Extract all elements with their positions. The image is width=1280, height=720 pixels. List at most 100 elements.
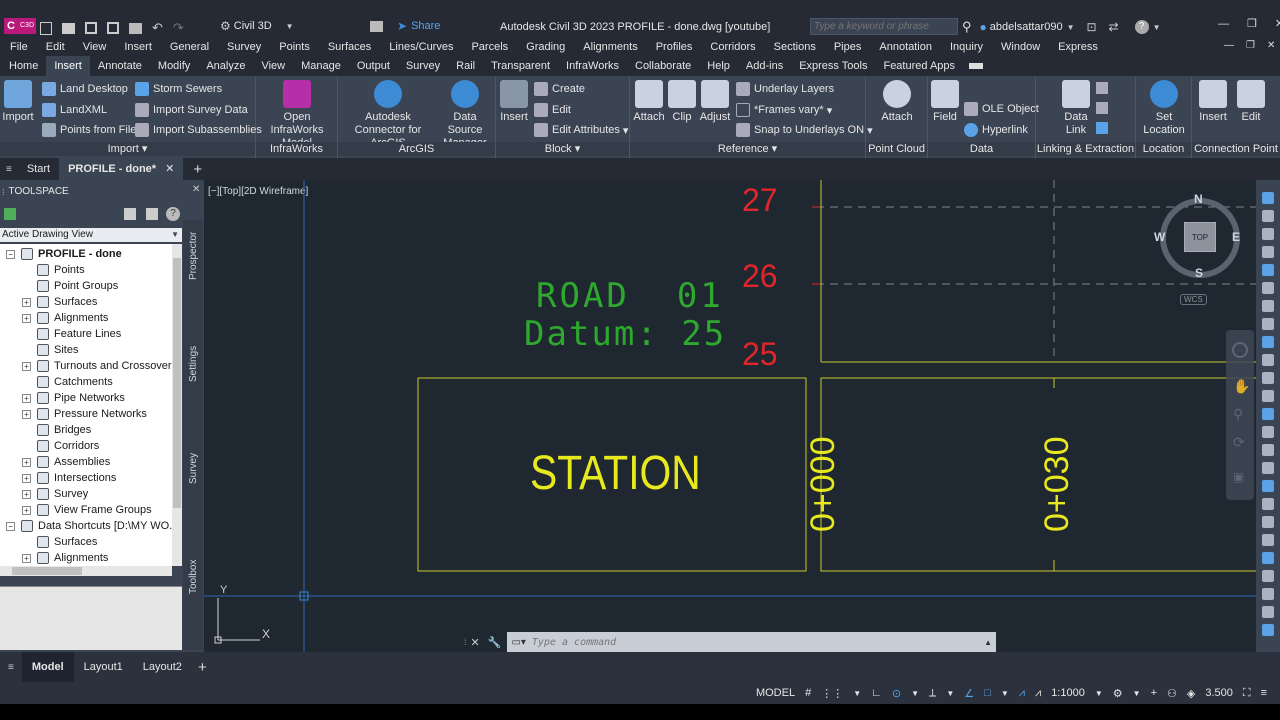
tree-item[interactable]: + View Frame Groups [22, 502, 152, 518]
command-input[interactable] [531, 636, 985, 648]
expand-toggle-icon[interactable]: + [22, 489, 31, 499]
menu-item[interactable]: Sections [765, 41, 825, 53]
close-icon[interactable]: ✕ [471, 636, 480, 649]
menu-icon[interactable]: ≡ [6, 164, 12, 175]
menu-item[interactable]: File [1, 41, 37, 53]
save-as-icon[interactable] [107, 22, 119, 34]
menu-item[interactable]: Window [992, 41, 1049, 53]
expand-toggle-icon[interactable]: + [22, 473, 31, 483]
tool-icon[interactable] [1262, 444, 1274, 456]
insert-block-button[interactable]: Insert [498, 80, 530, 124]
doc-restore-icon[interactable]: ❐ [1246, 40, 1255, 51]
tab-profile-done[interactable]: PROFILE - done* ✕ [59, 158, 184, 180]
plot-icon[interactable] [370, 20, 383, 32]
doc-close-icon[interactable]: ✕ [1267, 40, 1275, 51]
adjust-button[interactable]: Adjust [698, 80, 732, 124]
menu-icon[interactable]: ≡ [8, 662, 14, 673]
auto-scale-icon[interactable]: ⩘ [1035, 687, 1041, 700]
chevron-up-icon[interactable]: ▲ [984, 638, 992, 647]
expand-toggle-icon[interactable]: + [22, 297, 31, 307]
tool-icon[interactable] [1262, 570, 1274, 582]
tool-icon[interactable] [1262, 624, 1274, 636]
workspace-select[interactable]: Civil 3D [234, 20, 272, 32]
tab-toolbox[interactable]: Toolbox [188, 560, 199, 594]
tool-icon[interactable] [1262, 498, 1274, 510]
tree-item[interactable]: + Intersections [22, 470, 116, 486]
expand-toggle-icon[interactable]: + [22, 361, 31, 371]
tool-icon[interactable] [1262, 390, 1274, 402]
edit-block-button[interactable]: Edit [534, 103, 571, 117]
tab-manage[interactable]: Manage [293, 56, 349, 76]
menu-item[interactable]: Pipes [825, 41, 871, 53]
tab-featured-apps[interactable]: Featured Apps [875, 56, 963, 76]
tab-output[interactable]: Output [349, 56, 398, 76]
field-button[interactable]: Field [930, 80, 960, 124]
viewcube-face-top[interactable]: TOP [1184, 222, 1216, 252]
arcgis-connector-button[interactable]: Autodesk Connector for ArcGIS [340, 80, 436, 150]
tool-icon[interactable] [1262, 228, 1274, 240]
tool-icon[interactable] [1262, 534, 1274, 546]
tool-icon[interactable] [1262, 282, 1274, 294]
expand-toggle-icon[interactable]: + [22, 553, 31, 563]
tab-layout2[interactable]: Layout2 [133, 652, 192, 682]
cart-icon[interactable]: ⊡ [1086, 20, 1096, 34]
search-icon[interactable]: ⚲ [962, 19, 972, 35]
menu-item[interactable]: Parcels [462, 41, 517, 53]
tool-icon[interactable] [1262, 426, 1274, 438]
minimize-icon[interactable]: — [1218, 18, 1229, 30]
menu-item[interactable]: Insert [115, 41, 161, 53]
menu-item[interactable]: Survey [218, 41, 270, 53]
steering-wheel-icon[interactable] [1232, 342, 1248, 358]
snap-to-underlays-button[interactable]: Snap to Underlays ON ▾ [736, 123, 873, 137]
tool-icon[interactable] [1262, 408, 1274, 420]
tab-survey[interactable]: Survey [188, 453, 199, 484]
chevron-down-icon[interactable]: ▼ [853, 689, 861, 698]
import-button[interactable]: Import [2, 80, 34, 124]
extract-icon[interactable] [1096, 122, 1108, 134]
tool-icon[interactable] [1262, 588, 1274, 600]
edit-connection-button[interactable]: Edit [1234, 80, 1268, 124]
zoom-icon[interactable]: ⚲ [1233, 406, 1243, 423]
expand-toggle-icon[interactable]: − [6, 521, 15, 531]
help-icon[interactable]: ? [1134, 20, 1149, 34]
menu-item[interactable]: Edit [37, 41, 74, 53]
tab-layout1[interactable]: Layout1 [74, 652, 133, 682]
doc-minimize-icon[interactable]: — [1224, 40, 1234, 51]
tree-item[interactable]: + Alignments [22, 310, 108, 326]
elevation-value[interactable]: 3.500 [1205, 687, 1233, 699]
panel-title[interactable]: Import ▾ [0, 142, 255, 156]
surface-icon[interactable] [4, 208, 16, 220]
expand-toggle-icon[interactable]: + [22, 457, 31, 467]
object-snap-icon[interactable]: □ [984, 687, 991, 699]
grip-icon[interactable]: ⁞ [2, 187, 5, 197]
tab-prospector[interactable]: Prospector [188, 232, 199, 280]
menu-item[interactable]: General [161, 41, 218, 53]
save-icon[interactable] [85, 22, 97, 34]
set-location-button[interactable]: Set Location [1138, 80, 1190, 137]
polar-icon[interactable]: ⊙ [892, 687, 901, 700]
tree-item[interactable]: Sites [22, 342, 78, 358]
menu-item[interactable]: Grading [517, 41, 574, 53]
tool-icon[interactable] [1262, 516, 1274, 528]
tool-icon[interactable] [1262, 246, 1274, 258]
tool-icon[interactable] [1262, 300, 1274, 312]
tool-icon[interactable] [1262, 192, 1274, 204]
vertical-scrollbar[interactable] [172, 244, 182, 566]
expand-toggle-icon[interactable]: − [6, 249, 15, 259]
customize-icon[interactable]: 🔧 [488, 636, 502, 649]
close-icon[interactable]: ✕ [165, 163, 174, 175]
tool-icon[interactable] [1262, 336, 1274, 348]
points-from-file-button[interactable]: Points from File [42, 123, 136, 137]
isodraft-icon[interactable]: ⟂ [929, 687, 936, 700]
import-survey-data-button[interactable]: Import Survey Data [135, 103, 248, 117]
scroll-thumb[interactable] [173, 258, 181, 508]
tab-view[interactable]: View [253, 56, 293, 76]
tree-item[interactable]: + Pressure Networks [22, 406, 147, 422]
share-button[interactable]: Share [411, 20, 440, 32]
tree-item[interactable]: + Surfaces [22, 294, 97, 310]
attach-point-cloud-button[interactable]: Attach [868, 80, 926, 124]
annotation-scale[interactable]: 1:1000 [1051, 687, 1085, 699]
customize-menu-icon[interactable]: ≡ [1261, 687, 1267, 699]
compass-west[interactable]: W [1154, 230, 1165, 244]
print-icon[interactable] [129, 22, 142, 34]
